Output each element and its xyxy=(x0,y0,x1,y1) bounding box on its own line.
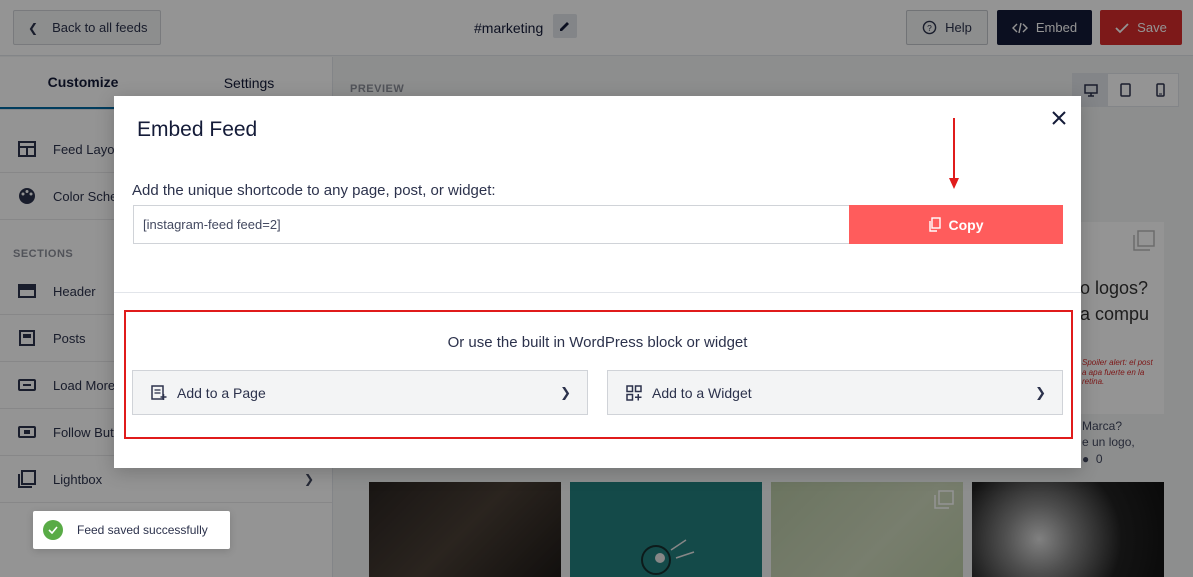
wordpress-option-text: Or use the built in WordPress block or w… xyxy=(447,334,748,351)
success-check-icon xyxy=(43,520,63,540)
modal-title: Embed Feed xyxy=(137,118,258,141)
shortcode-instruction: Add the unique shortcode to any page, po… xyxy=(132,182,496,199)
modal-divider xyxy=(114,292,1081,293)
chevron-right-icon: ❯ xyxy=(560,384,571,400)
close-icon xyxy=(1052,111,1066,125)
copy-label: Copy xyxy=(948,216,984,233)
page-add-icon xyxy=(151,384,167,401)
success-toast: Feed saved successfully xyxy=(33,511,230,549)
add-to-widget-label: Add to a Widget xyxy=(652,384,752,401)
widget-add-icon xyxy=(626,384,642,401)
annotation-arrow xyxy=(949,118,959,189)
add-to-page-button[interactable]: Add to a Page ❯ xyxy=(132,370,588,415)
close-modal-button[interactable] xyxy=(1049,108,1069,128)
add-to-page-label: Add to a Page xyxy=(177,384,266,401)
copy-shortcode-button[interactable]: Copy xyxy=(849,205,1063,244)
copy-icon xyxy=(928,217,941,232)
chevron-right-icon: ❯ xyxy=(1035,384,1046,400)
shortcode-input[interactable] xyxy=(133,205,849,244)
add-to-widget-button[interactable]: Add to a Widget ❯ xyxy=(607,370,1063,415)
toast-message: Feed saved successfully xyxy=(77,523,208,537)
embed-feed-modal: Embed Feed Add the unique shortcode to a… xyxy=(114,96,1081,468)
